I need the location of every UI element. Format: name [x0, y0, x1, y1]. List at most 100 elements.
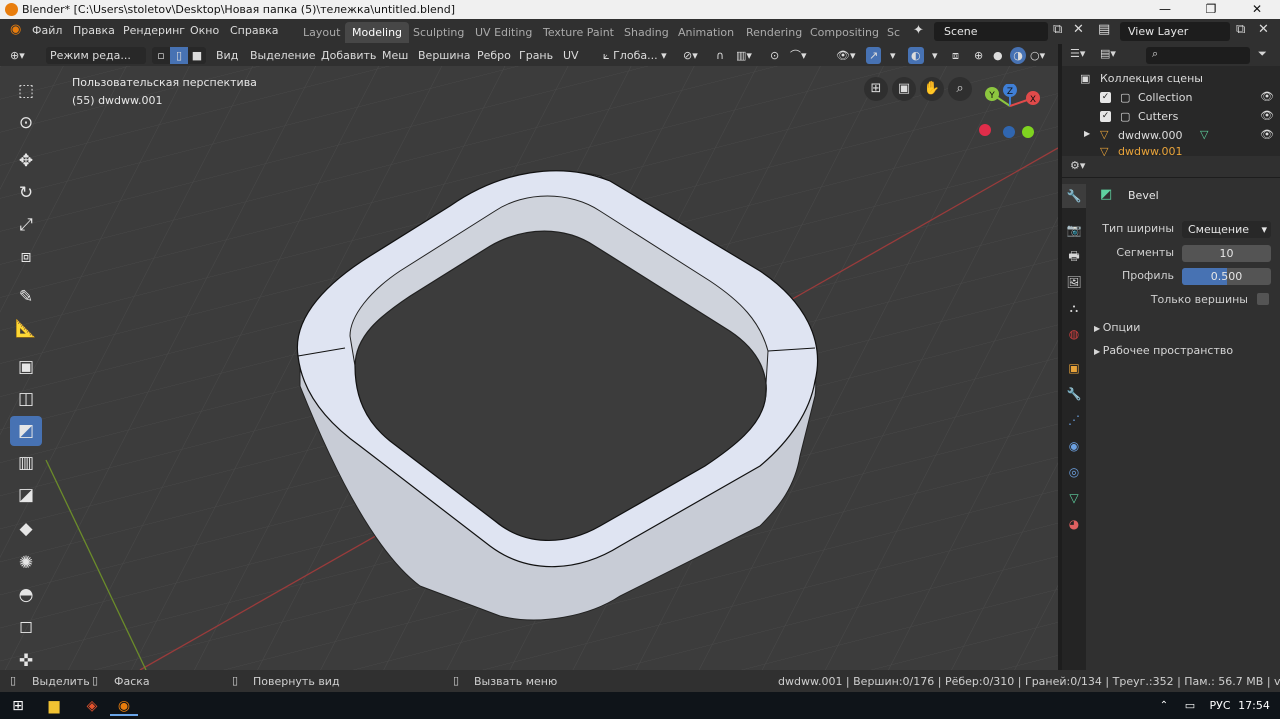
tab-rendering[interactable]: Rendering — [739, 22, 809, 43]
new-scene-icon[interactable]: ⧉ — [1053, 22, 1062, 37]
annotate-tool-icon[interactable]: ✎ — [10, 282, 42, 312]
spin-tool-icon[interactable]: ✺ — [10, 548, 42, 578]
blender-menu-icon[interactable]: ◉ — [10, 22, 21, 37]
tab-scripting[interactable]: Sc — [880, 22, 907, 43]
scene-tab-icon[interactable]: ⛬ — [1062, 296, 1086, 320]
tab-compositing[interactable]: Compositing — [803, 22, 886, 43]
menu-mesh[interactable]: Меш — [382, 47, 408, 64]
menu-uv[interactable]: UV — [563, 47, 579, 64]
3d-viewport[interactable]: Пользовательская перспектива (55) dwdww.… — [0, 66, 1058, 670]
dwdww-000-eye-icon[interactable]: 👁 — [1260, 128, 1274, 141]
restore-button[interactable]: ❐ — [1188, 0, 1234, 19]
shading-solid-icon[interactable]: ● — [993, 47, 1003, 64]
proportional-edit-icon[interactable]: ⊙ — [770, 47, 779, 64]
file-explorer-icon[interactable]: ▆ — [42, 696, 66, 716]
measure-tool-icon[interactable]: 📐 — [10, 314, 42, 344]
windows-start-icon[interactable]: ⊞ — [6, 696, 30, 716]
tab-shading[interactable]: Shading — [617, 22, 676, 43]
gizmo-dropdown-icon[interactable]: ▾ — [890, 47, 896, 64]
material-tab-icon[interactable]: ◕ — [1062, 512, 1086, 536]
zoom-icon[interactable]: ⌕ — [948, 77, 972, 101]
edge-slide-tool-icon[interactable]: ◻ — [10, 612, 42, 642]
menu-add[interactable]: Добавить — [321, 47, 376, 64]
shading-material-icon[interactable]: ◑ — [1010, 47, 1026, 64]
tab-texture-paint[interactable]: Texture Paint — [536, 22, 621, 43]
snap-target-icon[interactable]: ▥▾ — [736, 47, 752, 64]
view-layer-icon[interactable]: ▤ — [1098, 22, 1110, 37]
outliner-row-dwdww-001[interactable]: ▽ dwdww.001 — [1062, 145, 1280, 156]
pan-hand-icon[interactable]: ✋ — [920, 77, 944, 101]
menu-render[interactable]: Рендеринг — [123, 24, 185, 37]
vertices-only-checkbox[interactable] — [1257, 293, 1269, 305]
shading-rendered-icon[interactable]: ○▾ — [1030, 47, 1045, 64]
close-button[interactable]: ✕ — [1234, 0, 1280, 19]
grid-view-icon[interactable]: ⊞ — [864, 77, 888, 101]
menu-view[interactable]: Вид — [216, 47, 238, 64]
menu-file[interactable]: Файл — [32, 24, 62, 37]
delete-view-layer-icon[interactable]: ✕ — [1258, 22, 1269, 37]
render-tab-icon[interactable]: 📷 — [1062, 218, 1086, 242]
modifier-tab-icon[interactable]: 🔧 — [1062, 382, 1086, 406]
rotate-tool-icon[interactable]: ↻ — [10, 178, 42, 208]
editor-type-icon[interactable]: ⊕▾ — [10, 47, 25, 64]
mesh-data-tab-icon[interactable]: ▽ — [1062, 486, 1086, 510]
world-tab-icon[interactable]: ◍ — [1062, 322, 1086, 346]
width-type-dropdown[interactable]: Смещение ▾ — [1182, 221, 1271, 238]
tab-layout[interactable]: Layout — [296, 22, 347, 43]
transform-orientation[interactable]: ⟀ Глоба... ▾ — [603, 47, 667, 64]
tab-sculpting[interactable]: Sculpting — [406, 22, 471, 43]
xray-icon[interactable]: ⧈ — [952, 47, 959, 64]
scene-collection-row[interactable]: ▣ Коллекция сцены — [1062, 69, 1280, 88]
camera-view-icon[interactable]: ▣ — [892, 77, 916, 101]
view-layer-selector[interactable]: View Layer — [1120, 22, 1230, 41]
expand-arrow-icon[interactable]: ▶ — [1084, 129, 1090, 138]
menu-help[interactable]: Справка — [230, 24, 278, 37]
visibility-icon[interactable]: 👁▾ — [836, 47, 856, 64]
pivot-icon[interactable]: ⊘▾ — [683, 47, 698, 64]
vertex-select-icon[interactable]: ▫ — [152, 47, 170, 64]
extrude-tool-icon[interactable]: ▣ — [10, 352, 42, 382]
gizmo-toggle-icon[interactable]: ↗ — [866, 47, 882, 64]
tab-modeling[interactable]: Modeling — [345, 22, 410, 43]
display-mode-icon[interactable]: ▤▾ — [1100, 47, 1116, 60]
scene-icon[interactable]: ✦ — [913, 23, 924, 38]
particles-tab-icon[interactable]: ⋰ — [1062, 408, 1086, 432]
tab-animation[interactable]: Animation — [671, 22, 741, 43]
overlay-dropdown-icon[interactable]: ▾ — [932, 47, 938, 64]
outliner-row-collection[interactable]: ✓ ▢ Collection 👁 — [1062, 88, 1280, 107]
segments-field[interactable]: 10 — [1182, 245, 1271, 262]
poly-build-tool-icon[interactable]: ◆ — [10, 514, 42, 544]
move-tool-icon[interactable]: ✥ — [10, 146, 42, 176]
loop-cut-tool-icon[interactable]: ▥ — [10, 448, 42, 478]
outliner-row-cutters[interactable]: ✓ ▢ Cutters 👁 — [1062, 107, 1280, 126]
scale-tool-icon[interactable]: ⤢ — [10, 210, 42, 240]
select-box-tool-icon[interactable]: ⬚ — [10, 76, 42, 106]
cutters-eye-icon[interactable]: 👁 — [1260, 109, 1274, 122]
menu-window[interactable]: Окно — [190, 24, 219, 37]
object-tab-icon[interactable]: ▣ — [1062, 356, 1086, 380]
face-select-icon[interactable]: ■ — [188, 47, 206, 64]
outliner-row-dwdww-000[interactable]: ▶ ▽ dwdww.000 ▽ 👁 — [1062, 126, 1280, 145]
new-view-layer-icon[interactable]: ⧉ — [1236, 22, 1245, 37]
menu-vertex[interactable]: Вершина — [418, 47, 470, 64]
outliner-search[interactable]: ⌕ — [1146, 47, 1250, 64]
clock[interactable]: 17:54 — [1236, 696, 1272, 716]
inset-tool-icon[interactable]: ◫ — [10, 384, 42, 414]
overlay-toggle-icon[interactable]: ◐ — [908, 47, 924, 64]
mode-selector[interactable]: Режим реда... — [46, 47, 146, 64]
workspace-subpanel[interactable]: ▶ Рабочее пространство — [1094, 344, 1272, 361]
tab-uv-editing[interactable]: UV Editing — [468, 22, 539, 43]
outliner-editor-icon[interactable]: ☰▾ — [1070, 47, 1085, 60]
options-subpanel[interactable]: ▶ Опции — [1094, 321, 1272, 338]
shading-wireframe-icon[interactable]: ⊕ — [974, 47, 983, 64]
edge-select-icon[interactable]: ▯ — [170, 47, 188, 64]
profile-slider[interactable]: 0.500 — [1182, 268, 1271, 285]
minimize-button[interactable]: — — [1142, 0, 1188, 19]
tool-tab-icon[interactable]: 🔧 — [1062, 184, 1086, 208]
menu-edge[interactable]: Ребро — [477, 47, 511, 64]
physics-tab-icon[interactable]: ◉ — [1062, 434, 1086, 458]
transform-tool-icon[interactable]: ⧈ — [10, 242, 42, 272]
tray-arrow-icon[interactable]: ⌃ — [1156, 696, 1172, 716]
collection-eye-icon[interactable]: 👁 — [1260, 90, 1274, 103]
falloff-icon[interactable]: ⌒▾ — [790, 47, 807, 64]
